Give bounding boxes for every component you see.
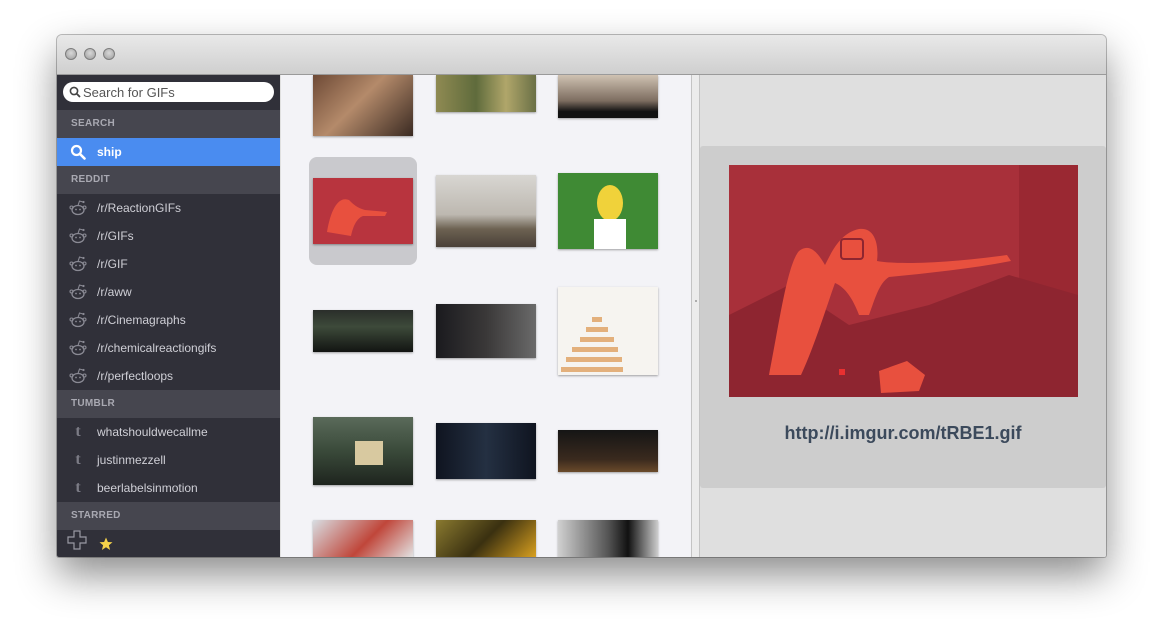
sidebar-item-perfectloops[interactable]: /r/perfectloops (57, 362, 280, 390)
sidebar-item-cinemagraphs[interactable]: /r/Cinemagraphs (57, 306, 280, 334)
sidebar-item-reactiongifs[interactable]: /r/ReactionGIFs (57, 194, 280, 222)
gif-thumbnail[interactable] (313, 417, 413, 485)
sidebar-item-label: beerlabelsinmotion (97, 481, 198, 495)
gif-thumbnail[interactable] (558, 520, 658, 557)
reddit-alien-icon (69, 199, 87, 217)
gif-thumbnail[interactable] (436, 520, 536, 557)
block-object-icon (355, 441, 383, 465)
sidebar: SEARCH ship REDDIT /r/ReactionGIFs /r/GI… (57, 75, 280, 557)
sidebar-item-label: /r/chemicalreactiongifs (97, 341, 217, 355)
gif-grid (281, 75, 691, 557)
gif-thumbnail[interactable] (313, 310, 413, 352)
close-window-button[interactable] (65, 48, 77, 60)
reddit-alien-icon (69, 339, 87, 357)
reddit-alien-icon (69, 311, 87, 329)
gif-thumbnail[interactable] (436, 75, 536, 112)
sidebar-item-label: /r/aww (97, 285, 132, 299)
sidebar-item-label: justinmezzell (97, 453, 166, 467)
sidebar-item-beerlabelsinmotion[interactable]: t beerlabelsinmotion (57, 474, 280, 502)
preview-gif[interactable] (729, 165, 1078, 397)
gif-thumbnail[interactable] (436, 175, 536, 247)
sidebar-item-chemicalreactiongifs[interactable]: /r/chemicalreactiongifs (57, 334, 280, 362)
gif-thumbnail[interactable] (558, 173, 658, 249)
preview-gif-art (729, 165, 1078, 397)
search-item-label: ship (97, 145, 122, 159)
plus-icon[interactable] (67, 530, 87, 555)
tumblr-icon: t (75, 479, 81, 496)
gif-thumbnail[interactable] (313, 520, 413, 557)
tumblr-icon: t (75, 451, 81, 468)
gif-thumbnail[interactable] (436, 304, 536, 358)
section-header-search: SEARCH (57, 110, 280, 138)
sidebar-item-label: /r/ReactionGIFs (97, 201, 182, 215)
title-bar (57, 35, 1106, 75)
search-field[interactable] (63, 82, 274, 102)
character-figure-icon (327, 199, 387, 236)
minimize-window-button[interactable] (84, 48, 96, 60)
split-view-divider[interactable] (691, 75, 700, 557)
gif-thumbnail[interactable] (558, 430, 658, 472)
sidebar-item-gif[interactable]: /r/GIF (57, 250, 280, 278)
zoom-window-button[interactable] (103, 48, 115, 60)
search-icon (69, 143, 87, 161)
stacked-bars-chart-thumbnail (561, 317, 623, 372)
sidebar-item-label: /r/perfectloops (97, 369, 174, 383)
sidebar-item-label: /r/GIFs (97, 229, 134, 243)
search-input[interactable] (81, 84, 263, 100)
gif-thumbnail[interactable] (558, 75, 658, 118)
sidebar-item-label: /r/Cinemagraphs (97, 313, 186, 327)
reddit-alien-icon (69, 367, 87, 385)
preview-url-link[interactable]: http://i.imgur.com/tRBE1.gif (700, 423, 1106, 444)
section-header-tumblr: TUMBLR (57, 390, 280, 418)
sidebar-item-label: /r/GIF (97, 257, 128, 271)
search-icon (69, 86, 81, 98)
reddit-alien-icon (69, 255, 87, 273)
sidebar-item-whatshouldwecallme[interactable]: t whatshouldwecallme (57, 418, 280, 446)
preview-card: http://i.imgur.com/tRBE1.gif (700, 146, 1106, 488)
preview-pane: http://i.imgur.com/tRBE1.gif (700, 75, 1106, 557)
section-header-starred: STARRED (57, 502, 280, 530)
gif-thumbnail[interactable] (436, 423, 536, 479)
gif-thumbnail-selected[interactable] (313, 178, 413, 244)
gif-thumbnail[interactable] (558, 287, 658, 375)
sidebar-item-aww[interactable]: /r/aww (57, 278, 280, 306)
star-icon[interactable] (99, 537, 113, 556)
reddit-alien-icon (69, 283, 87, 301)
reddit-alien-icon (69, 227, 87, 245)
tumblr-icon: t (75, 423, 81, 440)
sidebar-item-label: whatshouldwecallme (97, 425, 208, 439)
app-window: SEARCH ship REDDIT /r/ReactionGIFs /r/GI… (57, 35, 1106, 557)
sidebar-item-justinmezzell[interactable]: t justinmezzell (57, 446, 280, 474)
cartoon-character-icon (594, 185, 626, 249)
search-item-ship[interactable]: ship (57, 138, 280, 166)
divider-grip (695, 300, 697, 302)
section-header-reddit: REDDIT (57, 166, 280, 194)
sidebar-item-gifs[interactable]: /r/GIFs (57, 222, 280, 250)
gif-thumbnail[interactable] (313, 75, 413, 136)
